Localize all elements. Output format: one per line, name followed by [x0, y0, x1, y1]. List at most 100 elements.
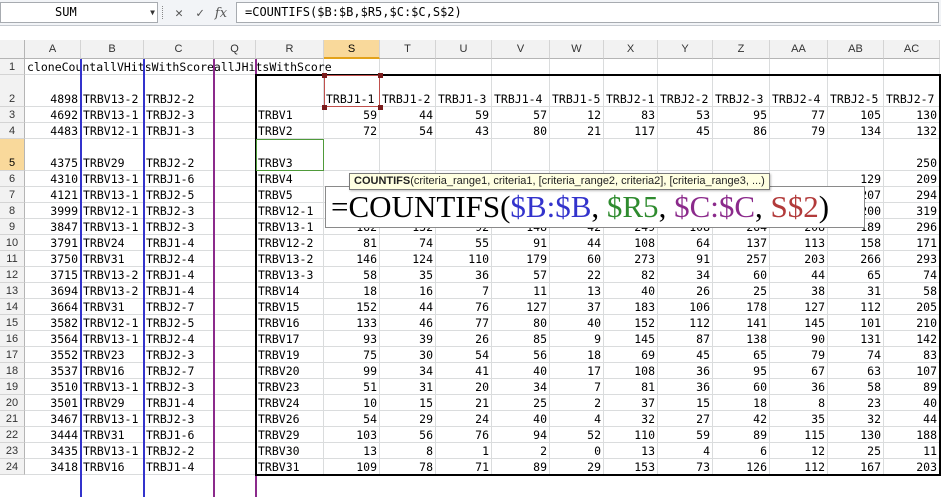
- count-cell[interactable]: 18: [713, 395, 770, 411]
- count-cell[interactable]: 52: [550, 427, 604, 443]
- count-cell[interactable]: 42: [713, 411, 770, 427]
- count-cell[interactable]: 145: [604, 331, 658, 347]
- cell-count[interactable]: 3552: [25, 347, 81, 363]
- count-cell[interactable]: 86: [713, 123, 770, 139]
- row-header-10[interactable]: 10: [0, 235, 25, 251]
- column-header-ac[interactable]: AC: [884, 40, 940, 59]
- header-row-text[interactable]: cloneCountallVHitsWithScoreallJHitsWithS…: [25, 59, 332, 75]
- cell-j-gene[interactable]: TRBJ2-7: [144, 299, 214, 315]
- v-label-cell[interactable]: TRBV13-3: [256, 267, 324, 283]
- count-cell[interactable]: 167: [828, 459, 884, 475]
- resize-handle[interactable]: [322, 105, 327, 110]
- count-cell[interactable]: 72: [324, 123, 380, 139]
- cell-count[interactable]: 3435: [25, 443, 81, 459]
- j-header-cell[interactable]: TRBJ2-5: [828, 75, 884, 107]
- count-cell[interactable]: 130: [884, 107, 940, 123]
- count-cell[interactable]: 89: [713, 427, 770, 443]
- v-label-cell[interactable]: TRBV19: [256, 347, 324, 363]
- j-header-cell[interactable]: TRBJ2-4: [770, 75, 828, 107]
- count-cell[interactable]: 44: [884, 411, 940, 427]
- count-cell[interactable]: 60: [550, 251, 604, 267]
- cell[interactable]: [436, 59, 492, 75]
- cell-edit-box[interactable]: =COUNTIFS($B:$B, $R5, $C:$C, S$2): [325, 186, 865, 228]
- cell[interactable]: [214, 459, 256, 475]
- count-cell[interactable]: 74: [828, 347, 884, 363]
- count-cell[interactable]: 95: [713, 363, 770, 379]
- count-cell[interactable]: 91: [492, 235, 550, 251]
- cell-count[interactable]: 4121: [25, 187, 81, 203]
- cell-j-gene[interactable]: TRBJ2-3: [144, 107, 214, 123]
- cell-j-gene[interactable]: TRBJ2-3: [144, 219, 214, 235]
- v-label-cell[interactable]: TRBV30: [256, 443, 324, 459]
- count-cell[interactable]: 54: [436, 347, 492, 363]
- count-cell[interactable]: 109: [324, 459, 380, 475]
- count-cell[interactable]: 25: [713, 283, 770, 299]
- count-cell[interactable]: 22: [550, 267, 604, 283]
- count-cell[interactable]: 46: [380, 315, 436, 331]
- count-cell[interactable]: 112: [770, 459, 828, 475]
- count-cell[interactable]: 11: [492, 283, 550, 299]
- count-cell[interactable]: 8: [770, 395, 828, 411]
- cell-j-gene[interactable]: TRBJ2-5: [144, 315, 214, 331]
- cell[interactable]: [214, 283, 256, 299]
- count-cell[interactable]: 60: [713, 379, 770, 395]
- j-header-cell[interactable]: TRBJ2-2: [658, 75, 713, 107]
- count-cell[interactable]: 103: [324, 427, 380, 443]
- cell-j-gene[interactable]: TRBJ1-4: [144, 267, 214, 283]
- count-cell[interactable]: 26: [658, 283, 713, 299]
- cell[interactable]: [214, 427, 256, 443]
- cell-v-gene[interactable]: TRBV31: [81, 427, 144, 443]
- count-cell[interactable]: 13: [604, 443, 658, 459]
- v-label-cell[interactable]: TRBV14: [256, 283, 324, 299]
- count-cell[interactable]: 36: [658, 363, 713, 379]
- count-cell[interactable]: 71: [436, 459, 492, 475]
- count-cell[interactable]: 10: [324, 395, 380, 411]
- cell-j-gene[interactable]: TRBJ2-2: [144, 139, 214, 171]
- count-cell[interactable]: 91: [658, 251, 713, 267]
- count-cell[interactable]: 31: [828, 283, 884, 299]
- resize-handle[interactable]: [322, 73, 327, 78]
- count-cell[interactable]: 56: [492, 347, 550, 363]
- v-label-cell[interactable]: TRBV24: [256, 395, 324, 411]
- count-cell[interactable]: [770, 171, 828, 187]
- count-cell[interactable]: 63: [828, 363, 884, 379]
- row-header-23[interactable]: 23: [0, 443, 25, 459]
- count-cell[interactable]: 158: [828, 235, 884, 251]
- count-cell[interactable]: 58: [884, 283, 940, 299]
- count-cell[interactable]: 203: [884, 459, 940, 475]
- count-cell[interactable]: 23: [828, 395, 884, 411]
- cell-count[interactable]: 3444: [25, 427, 81, 443]
- count-cell[interactable]: 106: [658, 299, 713, 315]
- count-cell[interactable]: 44: [380, 299, 436, 315]
- cell-v-gene[interactable]: TRBV13-1: [81, 219, 144, 235]
- cell[interactable]: [770, 59, 828, 75]
- count-cell[interactable]: 34: [658, 267, 713, 283]
- count-cell[interactable]: 93: [324, 331, 380, 347]
- count-cell[interactable]: 153: [604, 459, 658, 475]
- row-header-2[interactable]: 2: [0, 75, 25, 107]
- formula-input[interactable]: =COUNTIFS($B:$B,$R5,$C:$C,S$2): [236, 2, 939, 23]
- column-header-ab[interactable]: AB: [828, 40, 884, 59]
- row-header-15[interactable]: 15: [0, 315, 25, 331]
- row-header-11[interactable]: 11: [0, 251, 25, 267]
- row-header-22[interactable]: 22: [0, 427, 25, 443]
- cell-v-gene[interactable]: TRBV12-1: [81, 203, 144, 219]
- count-cell[interactable]: 203: [770, 251, 828, 267]
- v-label-cell[interactable]: TRBV13-2: [256, 251, 324, 267]
- select-all-corner[interactable]: [0, 40, 25, 59]
- count-cell[interactable]: 141: [713, 315, 770, 331]
- count-cell[interactable]: 85: [492, 331, 550, 347]
- cell[interactable]: [214, 139, 256, 171]
- count-cell[interactable]: 81: [604, 379, 658, 395]
- row-header-21[interactable]: 21: [0, 411, 25, 427]
- v-label-cell[interactable]: TRBV26: [256, 411, 324, 427]
- cell-j-gene[interactable]: TRBJ2-2: [144, 443, 214, 459]
- cell[interactable]: [324, 59, 380, 75]
- count-cell[interactable]: 2: [550, 395, 604, 411]
- count-cell[interactable]: 18: [550, 347, 604, 363]
- count-cell[interactable]: 34: [380, 363, 436, 379]
- count-cell[interactable]: [658, 139, 713, 171]
- cell[interactable]: [214, 363, 256, 379]
- cell[interactable]: [604, 59, 658, 75]
- count-cell[interactable]: 8: [380, 443, 436, 459]
